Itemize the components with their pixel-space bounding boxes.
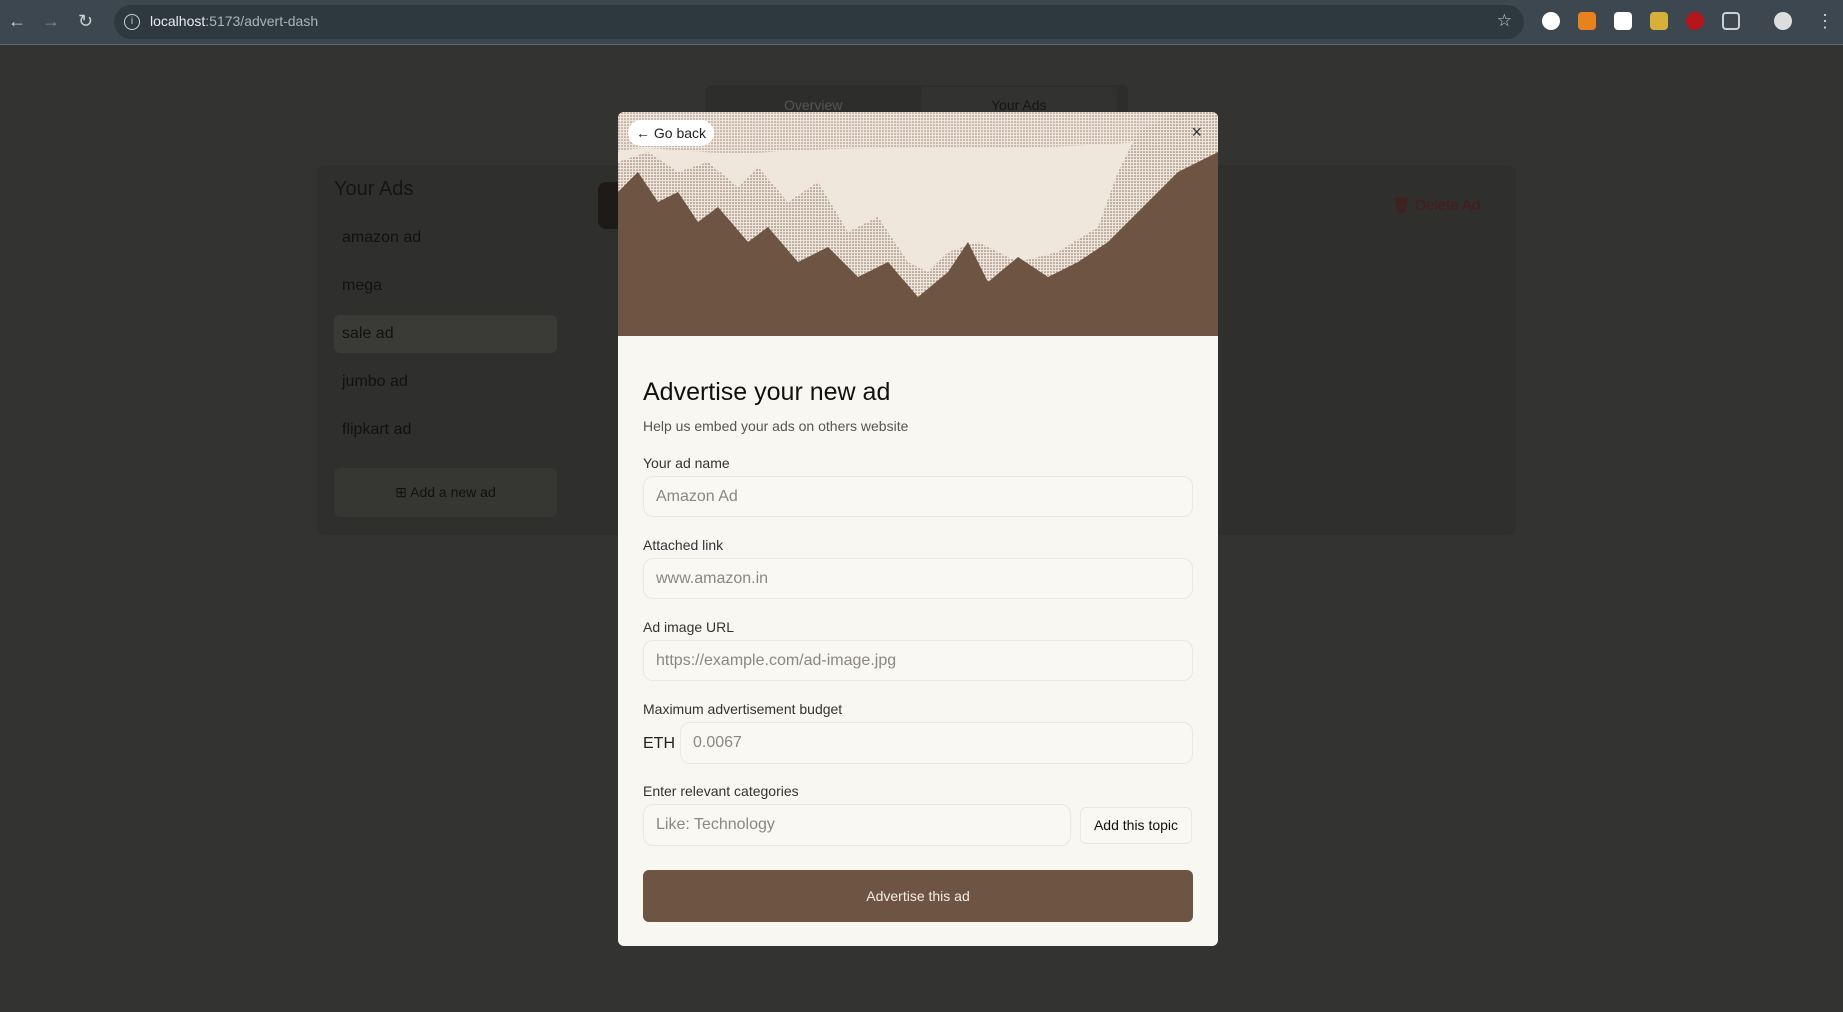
modal-title: Advertise your new ad xyxy=(643,378,891,406)
url-host: localhost xyxy=(150,13,206,29)
site-info-icon[interactable]: i xyxy=(124,14,140,30)
add-new-ad-button[interactable]: ⊞ Add a new ad xyxy=(334,468,557,517)
browser-toolbar: ← → ↻ i localhost:5173/advert-dash ☆ ⋮ xyxy=(0,0,1843,45)
sidebar-title: Your Ads xyxy=(334,178,414,200)
ad-list-item-selected[interactable]: sale ad xyxy=(334,315,557,353)
attached-link-label: Attached link xyxy=(643,537,724,553)
categories-label: Enter relevant categories xyxy=(643,783,799,799)
ad-list-item[interactable]: mega xyxy=(334,267,557,305)
trash-icon: 🗑 xyxy=(1392,197,1416,214)
delete-ad-label: Delete Ad xyxy=(1415,197,1481,214)
extension-icon[interactable] xyxy=(1542,12,1560,30)
new-ad-modal: ← Go back × Advertise your new ad Help u… xyxy=(618,112,1218,946)
go-back-label: Go back xyxy=(653,125,707,141)
categories-input[interactable] xyxy=(643,804,1071,846)
advertise-button[interactable]: Advertise this ad xyxy=(643,870,1193,922)
modal-subtitle: Help us embed your ads on others website xyxy=(643,418,909,434)
budget-label: Maximum advertisement budget xyxy=(643,701,843,717)
add-new-ad-label: Add a new ad xyxy=(410,484,496,500)
reload-icon[interactable]: ↻ xyxy=(78,11,93,32)
extension-icon[interactable] xyxy=(1650,12,1668,30)
extensions-puzzle-icon[interactable] xyxy=(1722,12,1740,30)
bookmark-star-icon[interactable]: ☆ xyxy=(1497,11,1512,31)
ad-name-label: Your ad name xyxy=(643,455,730,471)
ublock-icon[interactable] xyxy=(1686,12,1704,30)
profile-avatar[interactable] xyxy=(1774,12,1792,30)
forward-icon[interactable]: → xyxy=(42,11,60,32)
close-icon[interactable]: × xyxy=(1191,122,1202,143)
extension-icon[interactable] xyxy=(1614,12,1632,30)
budget-input[interactable] xyxy=(680,722,1193,764)
menu-kebab-icon[interactable]: ⋮ xyxy=(1816,11,1834,32)
back-icon[interactable]: ← xyxy=(8,11,26,32)
add-topic-button[interactable]: Add this topic xyxy=(1080,807,1192,844)
currency-label: ETH xyxy=(643,735,675,752)
plus-square-icon: ⊞ xyxy=(395,484,411,500)
landscape-banner-image xyxy=(618,112,1218,336)
ad-list-item[interactable]: flipkart ad xyxy=(334,411,557,449)
ad-image-url-input[interactable] xyxy=(643,640,1193,681)
ad-name-input[interactable] xyxy=(643,476,1193,517)
tab-overview[interactable]: Overview xyxy=(784,97,842,113)
metamask-icon[interactable] xyxy=(1578,12,1596,30)
attached-link-input[interactable] xyxy=(643,558,1193,599)
ad-list-item[interactable]: jumbo ad xyxy=(334,363,557,401)
delete-ad-button[interactable]: 🗑 Delete Ad xyxy=(1392,196,1480,214)
go-back-button[interactable]: ← Go back xyxy=(628,120,715,146)
ad-list-item[interactable]: amazon ad xyxy=(334,219,557,257)
address-bar[interactable]: i localhost:5173/advert-dash ☆ xyxy=(114,5,1524,39)
arrow-left-icon: ← xyxy=(636,125,654,141)
ad-image-url-label: Ad image URL xyxy=(643,619,735,635)
url-path: :5173/advert-dash xyxy=(205,13,319,29)
